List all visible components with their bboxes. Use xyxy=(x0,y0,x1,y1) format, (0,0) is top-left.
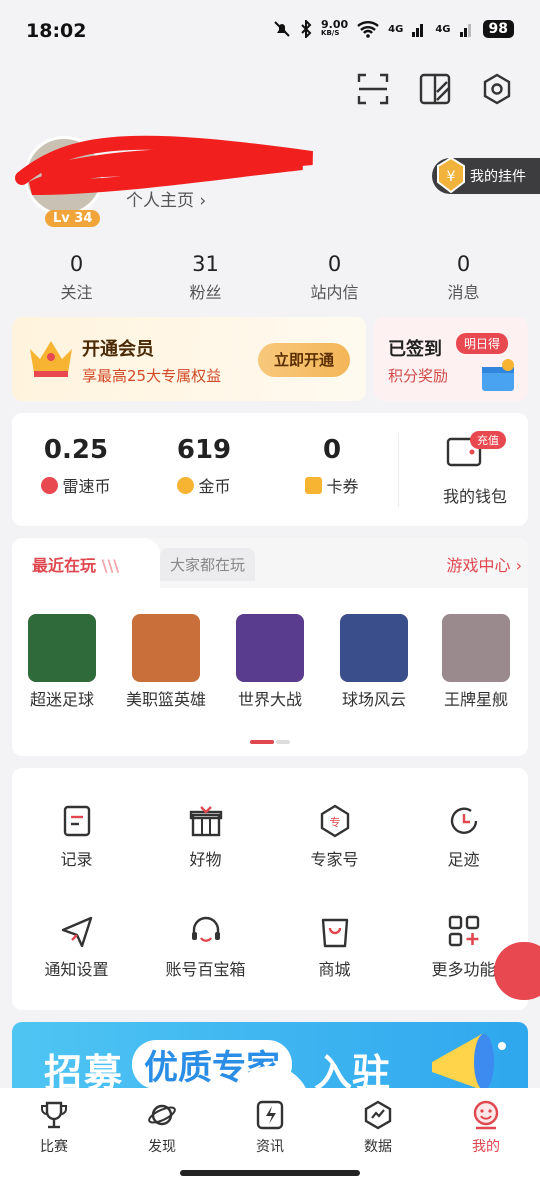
game-item[interactable]: 超迷足球 xyxy=(12,614,112,710)
home-indicator[interactable] xyxy=(180,1170,360,1176)
scan-icon[interactable] xyxy=(356,72,390,106)
top-actions xyxy=(356,72,514,106)
signin-subtitle: 积分奖励 xyxy=(388,367,449,385)
send-icon xyxy=(61,916,92,948)
gift-box-icon xyxy=(482,359,514,391)
wallet-leisu-coin[interactable]: 0.25 雷速币 xyxy=(12,435,140,497)
pendant-label: 我的挂件 xyxy=(470,169,526,185)
nav-mine[interactable]: 我的 xyxy=(432,1100,540,1156)
carousel-indicator xyxy=(250,740,290,744)
bag-icon xyxy=(321,918,348,948)
fn-history[interactable]: 足迹 xyxy=(399,804,528,870)
game-item[interactable]: 王牌星舰 xyxy=(426,614,526,710)
net-speed: 9.00 KB/S xyxy=(321,18,349,37)
game-thumb xyxy=(28,614,96,682)
chart-icon xyxy=(364,1100,392,1130)
theme-icon[interactable] xyxy=(418,72,452,106)
tab-recent-playing[interactable]: 最近在玩 \\\ xyxy=(12,538,160,590)
signin-card[interactable]: 已签到 明日得 积分奖励 xyxy=(374,317,528,401)
game-center-link[interactable]: 游戏中心 › xyxy=(447,552,523,576)
stats-row: 0 关注 31 粉丝 0 站内信 0 消息 xyxy=(12,252,528,308)
fn-goods[interactable]: 好物 xyxy=(141,804,270,870)
signal-2-label: 4G xyxy=(435,23,451,35)
fn-shop[interactable]: 商城 xyxy=(270,914,399,980)
level-badge: Lv 34 xyxy=(45,210,101,227)
fn-expert[interactable]: 专 专家号 xyxy=(270,804,399,870)
wifi-icon xyxy=(357,21,379,38)
crown-icon xyxy=(30,341,72,377)
status-bar: 18:02 9.00 KB/S 4G 4G 98 xyxy=(0,0,540,62)
signal-2-icon xyxy=(459,24,471,37)
wallet-gold[interactable]: 619 金币 xyxy=(140,435,268,497)
nav-match[interactable]: 比赛 xyxy=(0,1100,108,1156)
settings-icon[interactable] xyxy=(480,72,514,106)
game-thumb xyxy=(340,614,408,682)
coupon-icon xyxy=(305,476,323,494)
nav-discover[interactable]: 发现 xyxy=(108,1100,216,1156)
game-thumb xyxy=(132,614,200,682)
stat-mail[interactable]: 0 站内信 xyxy=(270,252,399,308)
stat-messages[interactable]: 0 消息 xyxy=(399,252,528,308)
wallet-card: 0.25 雷速币 619 金币 0 卡券 充值 我的钱包 xyxy=(12,413,528,526)
nav-data[interactable]: 数据 xyxy=(324,1100,432,1156)
homepage-link[interactable]: 个人主页 › xyxy=(126,186,206,211)
mute-icon xyxy=(274,21,290,37)
game-item[interactable]: 球场风云 xyxy=(324,614,424,710)
fn-record[interactable]: 记录 xyxy=(12,804,141,870)
pendant-button[interactable]: ¥ 我的挂件 xyxy=(432,156,540,194)
functions-card: 记录 好物 专 专家号 足迹 通知设置 账号百宝箱 商城 更多功能 xyxy=(12,768,528,1010)
game-item[interactable]: 美职篮英雄 xyxy=(116,614,216,710)
stat-follow[interactable]: 0 关注 xyxy=(12,252,141,308)
svg-text:专: 专 xyxy=(329,815,340,829)
planet-icon xyxy=(148,1104,176,1126)
fn-notify-settings[interactable]: 通知设置 xyxy=(12,914,141,980)
profile-icon xyxy=(473,1100,499,1130)
game-item[interactable]: 世界大战 xyxy=(220,614,320,710)
signal-1-label: 4G xyxy=(388,23,404,35)
tab-everyone-playing[interactable]: 大家都在玩 xyxy=(160,548,256,581)
tab-deco: \\\ xyxy=(101,556,120,575)
recharge-badge: 充值 xyxy=(470,431,506,449)
divider xyxy=(398,433,399,507)
battery-level: 98 xyxy=(482,20,514,38)
banner-text-3: 入驻 xyxy=(314,1051,391,1092)
banner-text-1: 招募 xyxy=(44,1051,125,1092)
gold-coin-icon xyxy=(177,476,195,494)
lightning-icon xyxy=(256,1100,284,1130)
record-icon xyxy=(63,805,90,837)
leisu-coin-icon xyxy=(41,476,59,494)
bluetooth-icon xyxy=(301,20,312,38)
stat-fans[interactable]: 31 粉丝 xyxy=(141,252,270,308)
fn-account-toolbox[interactable]: 账号百宝箱 xyxy=(141,914,270,980)
gift-icon xyxy=(189,806,222,837)
game-thumb xyxy=(236,614,304,682)
wallet-label[interactable]: 我的钱包 xyxy=(412,483,538,507)
wallet-coupon[interactable]: 0 卡券 xyxy=(268,435,396,497)
status-time: 18:02 xyxy=(26,20,87,42)
grid-plus-icon xyxy=(448,915,479,947)
trophy-icon xyxy=(41,1101,67,1129)
signal-1-icon xyxy=(412,24,424,37)
vip-open-button[interactable]: 立即开通 xyxy=(258,343,350,377)
headset-icon xyxy=(191,916,220,942)
vip-title: 开通会员 xyxy=(82,339,154,360)
history-icon xyxy=(450,807,477,834)
status-icons: 9.00 KB/S 4G 4G 98 xyxy=(273,18,514,38)
signin-title: 已签到 xyxy=(388,339,442,360)
signin-tag: 明日得 xyxy=(456,333,509,354)
games-card: 大家都在玩 最近在玩 \\\ 游戏中心 › 超迷足球 美职篮英雄 世界大战 球场… xyxy=(12,538,528,756)
expert-icon: 专 xyxy=(320,804,349,838)
megaphone-icon xyxy=(432,1034,506,1090)
vip-subtitle: 享最高25大专属权益 xyxy=(82,367,222,385)
medal-icon: ¥ xyxy=(437,156,465,194)
vip-card[interactable]: 开通会员 享最高25大专属权益 立即开通 xyxy=(12,317,366,401)
game-thumb xyxy=(442,614,510,682)
nav-news[interactable]: 资讯 xyxy=(216,1100,324,1156)
svg-text:¥: ¥ xyxy=(447,169,456,185)
